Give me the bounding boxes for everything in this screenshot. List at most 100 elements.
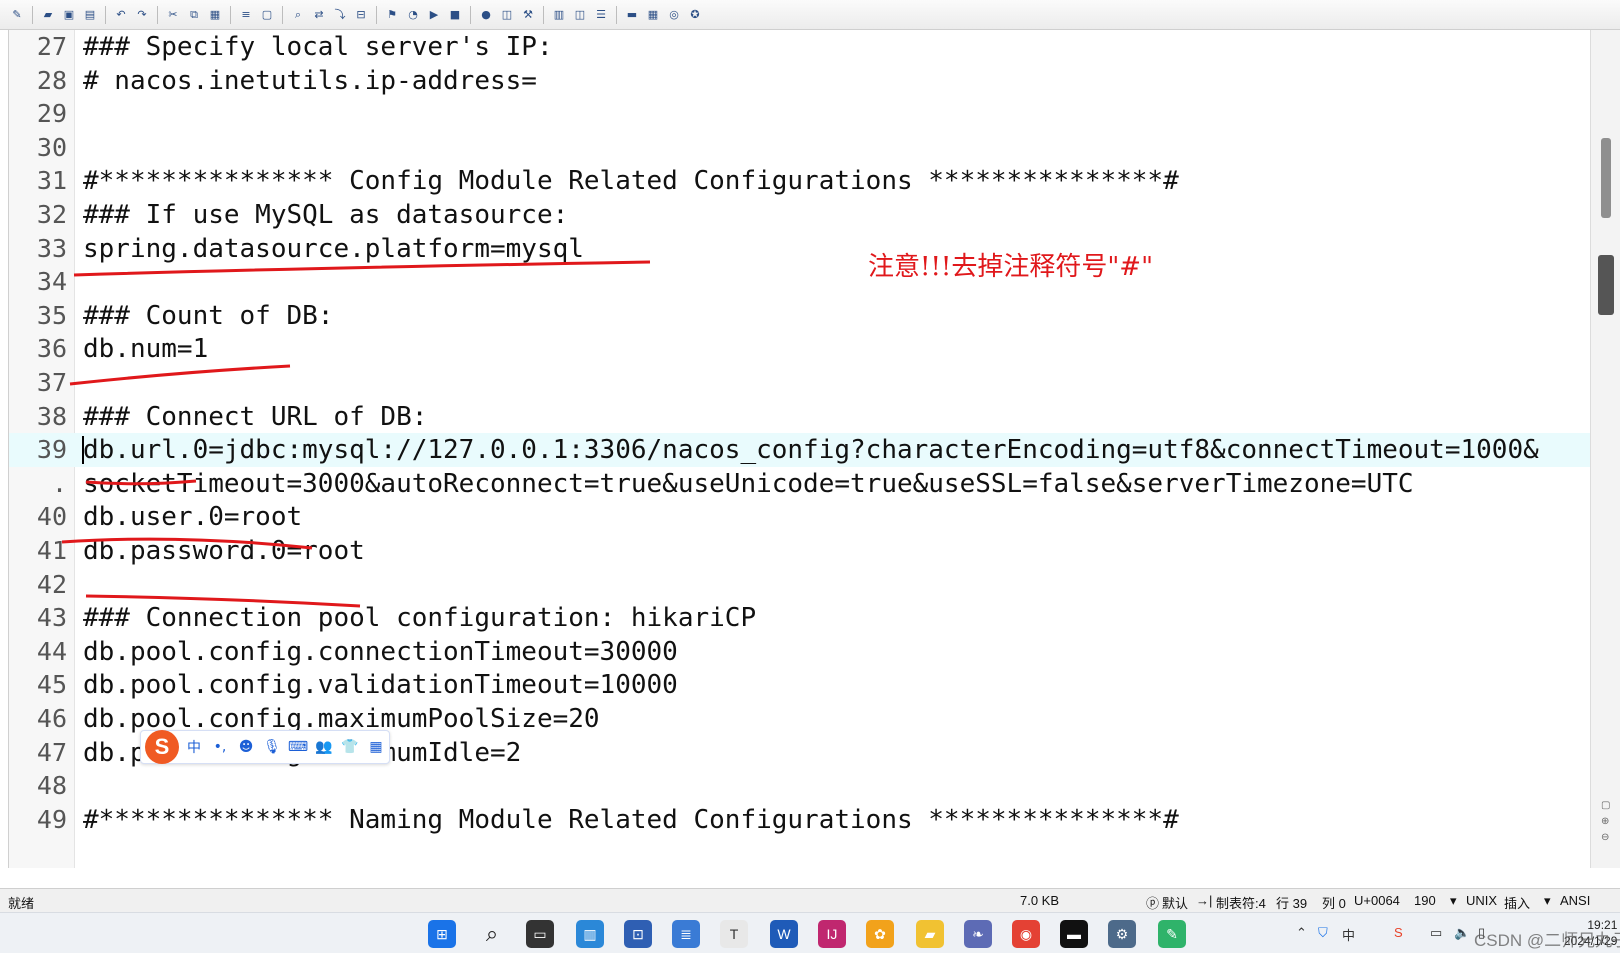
tray-language[interactable]: 中: [1342, 925, 1355, 944]
code-line[interactable]: 32 ### If use MySQL as datasource:: [9, 198, 1590, 232]
open-icon[interactable]: ▰: [39, 6, 57, 24]
line-number: 40: [36, 502, 67, 532]
eol-dropdown-icon[interactable]: ▾: [1450, 893, 1457, 909]
tray-network-icon[interactable]: ▭: [1430, 925, 1442, 941]
dbeaver-icon[interactable]: ❧: [964, 920, 992, 948]
search-icon[interactable]: ⌕: [478, 920, 506, 948]
undo-icon[interactable]: ↶: [112, 6, 130, 24]
code-line[interactable]: 48: [9, 769, 1590, 803]
store-icon[interactable]: ⊡: [624, 920, 652, 948]
vertical-scrollbar[interactable]: ▢ ⊕ ⊖: [1590, 30, 1620, 868]
code-line[interactable]: 40 db.user.0=root: [9, 500, 1590, 534]
tray-volume-icon[interactable]: 🔈: [1454, 925, 1470, 941]
code-line[interactable]: 34: [9, 265, 1590, 299]
widgets-icon[interactable]: ▥: [576, 920, 604, 948]
tray-shield-icon[interactable]: ⛉: [1318, 925, 1328, 941]
save-icon[interactable]: ▣: [60, 6, 78, 24]
code-line[interactable]: . socketTimeout=3000&autoReconnect=true&u…: [9, 467, 1590, 501]
macro-icon[interactable]: ◔: [404, 6, 422, 24]
code-line[interactable]: 31 #*************** Config Module Related…: [9, 164, 1590, 198]
status-scheme[interactable]: 默认: [1162, 893, 1188, 912]
redo-icon[interactable]: ↷: [133, 6, 151, 24]
microphone-icon[interactable]: 🎙: [261, 736, 283, 758]
encoding-dropdown-icon[interactable]: ▾: [1544, 893, 1551, 909]
grid-icon[interactable]: ▦: [365, 736, 387, 758]
notepad-icon[interactable]: ≣: [672, 920, 700, 948]
code-line[interactable]: 45 db.pool.config.validationTimeout=10000: [9, 668, 1590, 702]
select-icon[interactable]: ▢: [258, 6, 276, 24]
code-line[interactable]: 28 # nacos.inetutils.ip-address=: [9, 64, 1590, 98]
code-line[interactable]: 30: [9, 131, 1590, 165]
new-icon[interactable]: ✎: [8, 6, 26, 24]
code-line[interactable]: 29: [9, 97, 1590, 131]
line-text: db.num=1: [83, 334, 209, 365]
tray-chevron-icon[interactable]: ⌃: [1296, 925, 1307, 941]
collapse-icon[interactable]: ▢: [1601, 800, 1610, 811]
compare-icon[interactable]: ⊟: [352, 6, 370, 24]
ime-logo-icon[interactable]: S: [145, 730, 179, 764]
format-icon[interactable]: ≡: [237, 6, 255, 24]
macro-play-icon[interactable]: ▶: [425, 6, 443, 24]
tools-icon[interactable]: ⚒: [519, 6, 537, 24]
save-all-icon[interactable]: ▤: [81, 6, 99, 24]
photos-icon[interactable]: ✿: [866, 920, 894, 948]
replace-icon[interactable]: ⇄: [310, 6, 328, 24]
user-icon[interactable]: 👥: [313, 736, 335, 758]
status-tab[interactable]: 制表符:4: [1216, 893, 1266, 912]
code-line[interactable]: 35 ### Count of DB:: [9, 299, 1590, 333]
code-line[interactable]: 33 spring.datasource.platform=mysql: [9, 232, 1590, 266]
status-eol[interactable]: UNIX: [1466, 893, 1497, 908]
scrollbar-thumb[interactable]: [1601, 138, 1611, 218]
ime-language-toggle[interactable]: 中: [183, 736, 205, 758]
scrollbar-grip[interactable]: [1598, 255, 1614, 315]
cut-icon[interactable]: ✂: [164, 6, 182, 24]
editplus-icon[interactable]: ✎: [1158, 920, 1186, 948]
intellij-icon[interactable]: IJ: [818, 920, 846, 948]
code-line[interactable]: 44 db.pool.config.connectionTimeout=30000: [9, 635, 1590, 669]
list-icon[interactable]: ☰: [592, 6, 610, 24]
code-line[interactable]: 49 #*************** Naming Module Related…: [9, 803, 1590, 837]
code-line[interactable]: 27 ### Specify local server's IP:: [9, 30, 1590, 64]
settings-icon[interactable]: ⚙: [1108, 920, 1136, 948]
split-icon[interactable]: ◫: [571, 6, 589, 24]
browser-icon[interactable]: ◎: [665, 6, 683, 24]
zoom-in-icon[interactable]: ⊕: [1601, 816, 1609, 827]
code-line[interactable]: 38 ### Connect URL of DB:: [9, 400, 1590, 434]
find-icon[interactable]: ⌕: [289, 6, 307, 24]
code-line[interactable]: 41 db.password.0=root: [9, 534, 1590, 568]
terminal-icon[interactable]: ▬: [1060, 920, 1088, 948]
zoom-out-icon[interactable]: ⊖: [1601, 832, 1609, 843]
punctuation-icon[interactable]: •,: [209, 736, 231, 758]
console-icon[interactable]: ▬: [623, 6, 641, 24]
chrome-icon[interactable]: ◉: [1012, 920, 1040, 948]
tray-ime-icon[interactable]: S: [1394, 925, 1403, 940]
code-line[interactable]: 39 db.url.0=jdbc:mysql://127.0.0.1:3306/n…: [9, 433, 1590, 468]
code-line[interactable]: 37: [9, 366, 1590, 400]
word-icon[interactable]: W: [770, 920, 798, 948]
bookmark-icon[interactable]: ⚑: [383, 6, 401, 24]
skin-icon[interactable]: 👕: [339, 736, 361, 758]
ime-toolbar[interactable]: S 中 •, ☻ 🎙 ⌨ 👥 👕 ▦: [140, 730, 390, 764]
copy-icon[interactable]: ⧉: [185, 6, 203, 24]
goto-icon[interactable]: ⤵: [331, 6, 349, 24]
window-icon[interactable]: ◫: [498, 6, 516, 24]
paste-icon[interactable]: ▦: [206, 6, 224, 24]
status-mode[interactable]: 插入: [1504, 893, 1530, 912]
view-icon[interactable]: ▥: [550, 6, 568, 24]
code-line[interactable]: 43 ### Connection pool configuration: hik…: [9, 601, 1590, 635]
keyboard-icon[interactable]: ⌨: [287, 736, 309, 758]
status-encoding[interactable]: ANSI: [1560, 893, 1590, 908]
macro-stop-icon[interactable]: ■: [446, 6, 464, 24]
help-icon[interactable]: ✪: [686, 6, 704, 24]
code-line[interactable]: 36 db.num=1: [9, 332, 1590, 366]
code-line[interactable]: 42: [9, 568, 1590, 602]
status-line: 行 39: [1276, 896, 1308, 911]
line-text: db.user.0=root: [83, 502, 303, 533]
file-explorer-icon[interactable]: ▰: [916, 920, 944, 948]
typora-icon[interactable]: T: [720, 920, 748, 948]
emoji-icon[interactable]: ☻: [235, 736, 257, 758]
start-icon[interactable]: ⊞: [428, 920, 456, 948]
task-view-icon[interactable]: ▭: [526, 920, 554, 948]
column-icon[interactable]: ▦: [644, 6, 662, 24]
run-icon[interactable]: ●: [477, 6, 495, 24]
